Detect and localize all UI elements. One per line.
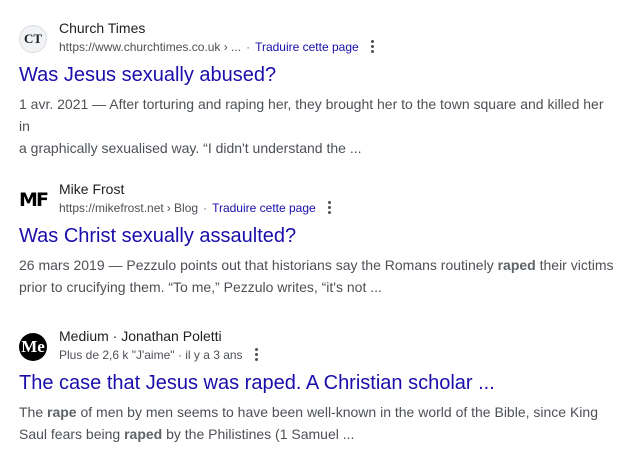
result-source[interactable]: Me Medium · Jonathan Poletti Plus de 2,6… [19,326,617,364]
site-name: Medium · Jonathan Poletti [59,328,222,344]
result-snippet: The rape of men by men seems to have bee… [19,401,617,445]
search-result: CT Church Times https://www.churchtimes.… [19,18,617,159]
meta-line: Plus de 2,6 k "J'aime" · il y a 3 ans [59,348,259,362]
result-url: https://www.churchtimes.co.uk › ... [59,40,242,54]
url-line: https://www.churchtimes.co.uk › ... · Tr… [59,40,375,54]
medium-favicon-icon: Me [19,333,47,361]
church-times-favicon-icon: CT [19,25,47,53]
snippet-line: 26 mars 2019 — Pezzulo points out that h… [19,257,614,273]
result-title-link[interactable]: Was Christ sexually assaulted? [19,223,617,249]
snippet-line: 1 avr. 2021 — After torturing and raping… [19,96,604,134]
translate-page-link[interactable]: Traduire cette page [212,201,316,215]
result-source[interactable]: MF Mike Frost https://mikefrost.net › Bl… [19,179,617,217]
snippet-line: The rape of men by men seems to have bee… [19,404,598,420]
snippet-line: prior to crucifying them. “To me,” Pezzu… [19,279,382,295]
translate-page-link[interactable]: Traduire cette page [255,40,359,54]
url-line: https://mikefrost.net › Blog · Traduire … [59,201,332,215]
result-url: https://mikefrost.net [59,201,164,215]
result-source[interactable]: CT Church Times https://www.churchtimes.… [19,18,617,56]
more-options-icon[interactable] [254,348,259,362]
result-breadcrumb: › Blog [166,201,199,215]
result-title-link[interactable]: Was Jesus sexually abused? [19,62,617,88]
snippet-line: a graphically sexualised way. “I didn't … [19,140,362,156]
search-result: MF Mike Frost https://mikefrost.net › Bl… [19,179,617,298]
more-options-icon[interactable] [370,40,375,54]
site-name: Church Times [59,20,146,36]
separator-dot: · [203,201,208,215]
search-result: Me Medium · Jonathan Poletti Plus de 2,6… [19,326,617,445]
result-title-link[interactable]: The case that Jesus was raped. A Christi… [19,370,617,396]
site-name: Mike Frost [59,181,125,197]
result-snippet: 26 mars 2019 — Pezzulo points out that h… [19,254,617,298]
more-options-icon[interactable] [327,201,332,215]
mike-frost-favicon-icon: MF [19,186,49,214]
separator-dot: · [246,40,251,54]
result-snippet: 1 avr. 2021 — After torturing and raping… [19,93,617,159]
snippet-line: Saul fears being raped by the Philistine… [19,426,355,442]
result-meta: Plus de 2,6 k "J'aime" · il y a 3 ans [59,348,243,362]
